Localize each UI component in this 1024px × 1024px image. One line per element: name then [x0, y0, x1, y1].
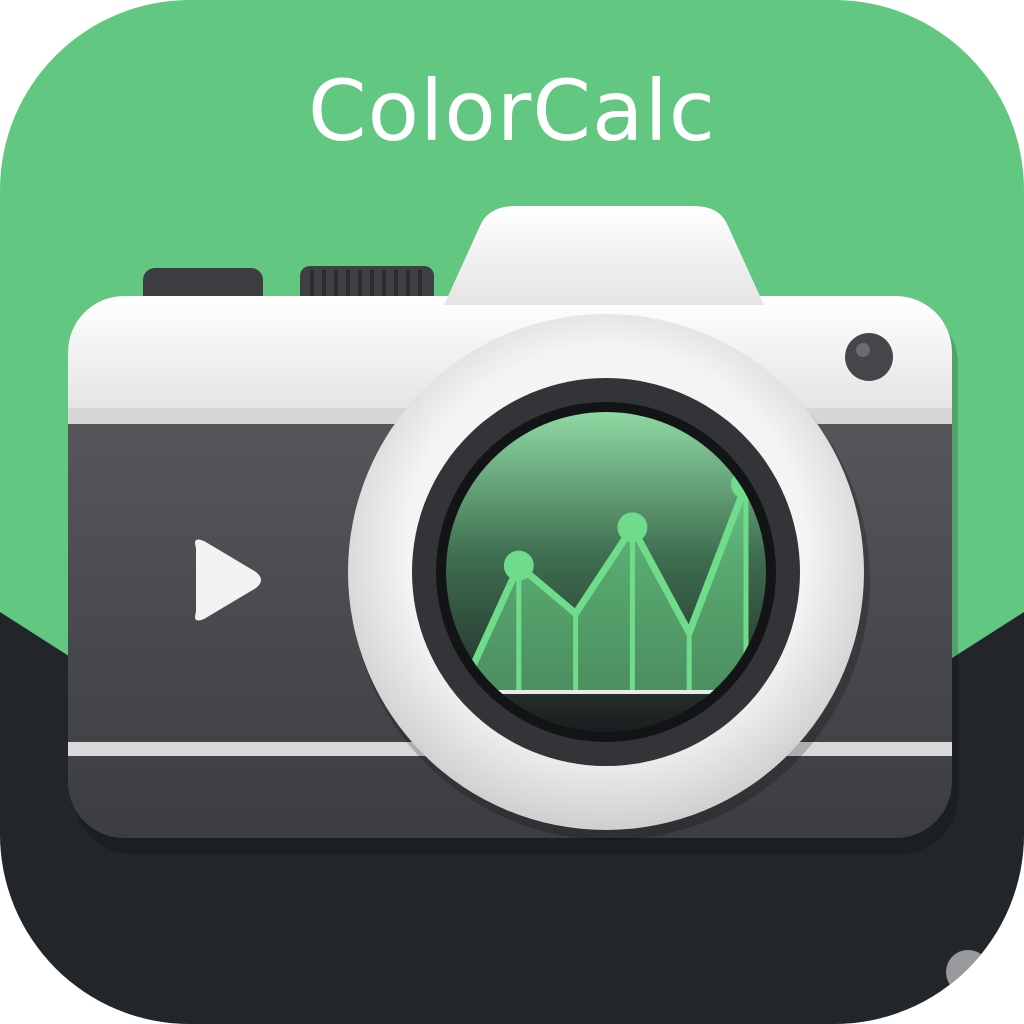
app-icon[interactable]: ColorCalc — [0, 0, 1024, 1024]
app-title: ColorCalc — [308, 62, 716, 160]
lens-chart-point — [503, 550, 534, 581]
flash-dot-highlight — [856, 343, 870, 357]
camera-viewfinder-hump — [444, 206, 764, 305]
flash-dot-icon — [845, 333, 893, 381]
lens-chart-point — [617, 512, 648, 543]
corner-badge — [946, 950, 990, 994]
